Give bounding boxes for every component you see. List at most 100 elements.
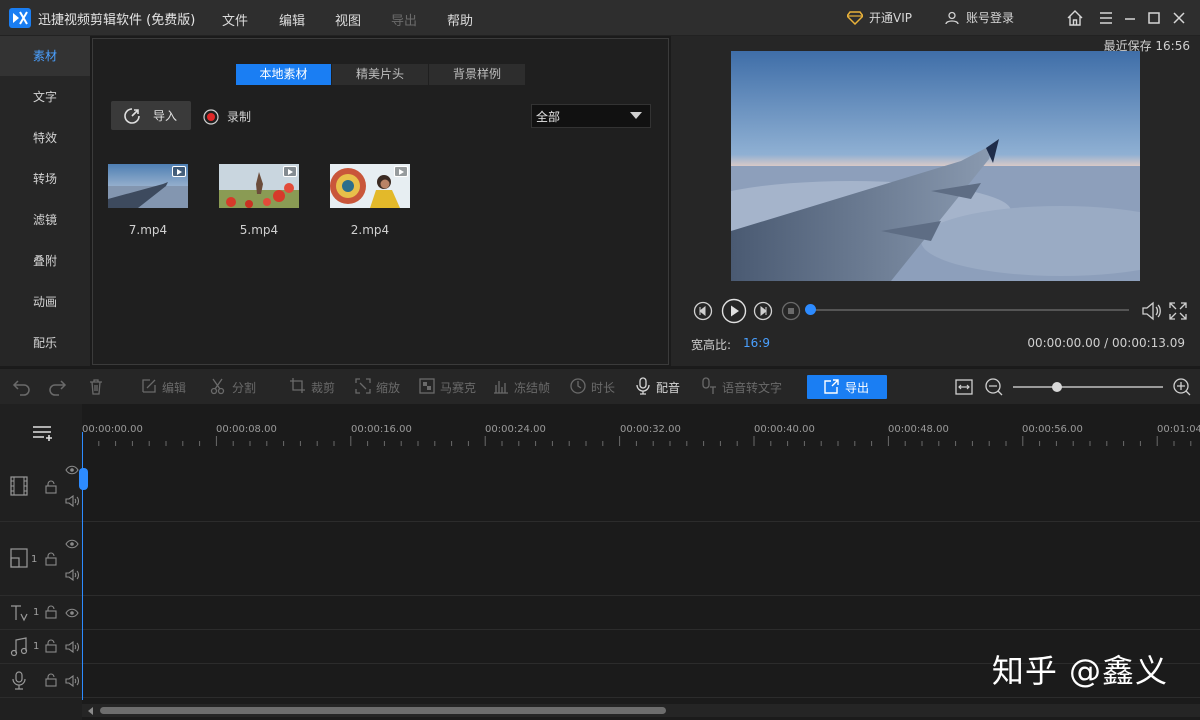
eye-icon[interactable] xyxy=(65,465,79,475)
tick-label: 00:00:40.00 xyxy=(754,424,815,435)
clock-icon xyxy=(570,378,586,394)
aspect-ratio-value[interactable]: 16:9 xyxy=(743,336,770,350)
nav-item-transitions[interactable]: 转场 xyxy=(0,159,90,199)
zoom-slider-handle[interactable] xyxy=(1052,382,1062,392)
delete-icon[interactable] xyxy=(87,378,105,396)
import-button[interactable]: 导入 xyxy=(111,101,191,130)
video-badge-icon xyxy=(172,166,186,177)
freeze-frame-tool[interactable]: 冻结帧 xyxy=(494,379,550,396)
undo-icon[interactable] xyxy=(12,378,32,396)
seek-handle[interactable] xyxy=(805,304,816,315)
filter-dropdown[interactable]: 全部 xyxy=(531,104,651,128)
timecode: 00:00:00.00 / 00:00:13.09 xyxy=(1027,336,1185,350)
left-nav: 素材 文字 特效 转场 滤镜 叠附 动画 配乐 xyxy=(0,36,90,366)
tab-local-media[interactable]: 本地素材 xyxy=(236,64,331,85)
crop-tool[interactable]: 裁剪 xyxy=(290,378,335,396)
voiceover-tool[interactable]: 配音 xyxy=(636,377,680,396)
ruler-ticks xyxy=(82,436,1192,446)
track-number: 1 xyxy=(33,641,40,652)
pip-track[interactable]: 1 xyxy=(0,522,1200,596)
media-thumb-7[interactable] xyxy=(108,164,188,208)
nav-item-animation[interactable]: 动画 xyxy=(0,282,90,322)
zoom-out-icon[interactable] xyxy=(984,377,1004,397)
speaker-icon[interactable] xyxy=(65,641,79,653)
nav-item-text[interactable]: 文字 xyxy=(0,77,90,117)
menu-file[interactable]: 文件 xyxy=(222,10,248,29)
timeline-scrollbar[interactable] xyxy=(82,704,1200,717)
chevron-down-icon xyxy=(630,112,642,119)
mosaic-tool[interactable]: 马赛克 xyxy=(419,378,476,396)
stop-icon[interactable] xyxy=(781,301,801,321)
prev-frame-icon[interactable] xyxy=(693,301,713,321)
eye-icon[interactable] xyxy=(65,608,79,618)
speaker-icon[interactable] xyxy=(65,569,79,581)
menu-hamburger-icon[interactable] xyxy=(1097,9,1115,27)
redo-icon[interactable] xyxy=(47,378,67,396)
media-thumb-5[interactable] xyxy=(219,164,299,208)
speaker-icon[interactable] xyxy=(65,495,79,507)
seek-bar[interactable] xyxy=(811,309,1129,311)
nav-item-media[interactable]: 素材 xyxy=(0,36,90,76)
split-tool[interactable]: 分割 xyxy=(210,378,256,396)
maximize-icon[interactable] xyxy=(1145,9,1163,27)
speech-to-text-tool[interactable]: 语音转文字 xyxy=(702,377,782,396)
menu-export[interactable]: 导出 xyxy=(391,10,417,29)
tick-label: 00:00:48.00 xyxy=(888,424,949,435)
zoom-in-icon[interactable] xyxy=(1172,377,1192,397)
preview-panel: 最近保存 16:56 宽高比: 16:9 00:00:00.00 / 00:00… xyxy=(671,36,1200,366)
video-badge-icon xyxy=(283,166,297,177)
record-button[interactable]: 录制 xyxy=(203,108,251,125)
export-label: 导出 xyxy=(845,380,870,395)
import-icon xyxy=(124,107,140,124)
nav-item-effects[interactable]: 特效 xyxy=(0,118,90,158)
export-icon xyxy=(824,379,839,394)
video-track-icon xyxy=(10,476,28,496)
nav-item-music[interactable]: 配乐 xyxy=(0,323,90,363)
vip-button[interactable]: 开通VIP xyxy=(847,9,912,26)
tab-intros[interactable]: 精美片头 xyxy=(332,64,428,85)
scrollbar-thumb[interactable] xyxy=(100,707,666,714)
nav-item-filters[interactable]: 滤镜 xyxy=(0,200,90,240)
lock-icon[interactable] xyxy=(44,480,58,494)
preview-video[interactable] xyxy=(731,51,1140,281)
close-icon[interactable] xyxy=(1170,9,1188,27)
lock-icon[interactable] xyxy=(44,639,58,653)
next-frame-icon[interactable] xyxy=(753,301,773,321)
zoom-slider[interactable] xyxy=(1013,386,1163,388)
play-icon[interactable] xyxy=(721,298,747,324)
nav-item-overlays[interactable]: 叠附 xyxy=(0,241,90,281)
login-label: 账号登录 xyxy=(966,11,1015,25)
add-track-icon[interactable] xyxy=(32,424,56,442)
speaker-icon[interactable] xyxy=(65,675,79,687)
tab-backgrounds[interactable]: 背景样例 xyxy=(429,64,525,85)
track-number: 1 xyxy=(31,554,38,565)
lock-icon[interactable] xyxy=(44,605,58,619)
duration-tool[interactable]: 时长 xyxy=(570,378,615,396)
fullscreen-icon[interactable] xyxy=(1167,300,1189,322)
menu-edit[interactable]: 编辑 xyxy=(279,10,305,29)
media-thumb-2[interactable] xyxy=(330,164,410,208)
time-ruler[interactable]: 00:00:00.00 00:00:08.00 00:00:16.00 00:0… xyxy=(82,416,1200,446)
menu-help[interactable]: 帮助 xyxy=(447,10,473,29)
scroll-left-icon[interactable] xyxy=(88,707,93,715)
menu-view[interactable]: 视图 xyxy=(335,10,361,29)
vip-label: 开通VIP xyxy=(869,11,912,25)
fit-timeline-icon[interactable] xyxy=(954,377,974,397)
record-icon xyxy=(203,108,219,125)
lock-icon[interactable] xyxy=(44,552,58,566)
eye-icon[interactable] xyxy=(65,539,79,549)
export-button[interactable]: 导出 xyxy=(807,375,887,399)
volume-icon[interactable] xyxy=(1140,300,1162,322)
video-track[interactable] xyxy=(0,448,1200,522)
lock-icon[interactable] xyxy=(44,673,58,687)
title-bar: 迅捷视频剪辑软件 (免费版) 文件 编辑 视图 导出 帮助 开通VIP 账号登录 xyxy=(0,0,1200,36)
zoom-tool[interactable]: 缩放 xyxy=(355,378,400,396)
home-icon[interactable] xyxy=(1066,9,1084,27)
edit-icon xyxy=(142,379,156,393)
login-button[interactable]: 账号登录 xyxy=(945,9,1014,26)
minimize-icon[interactable] xyxy=(1121,9,1139,27)
playhead-handle[interactable] xyxy=(79,468,88,490)
edit-tool[interactable]: 编辑 xyxy=(142,379,186,396)
text-track[interactable]: 1 xyxy=(0,596,1200,630)
track-number: 1 xyxy=(33,607,40,618)
